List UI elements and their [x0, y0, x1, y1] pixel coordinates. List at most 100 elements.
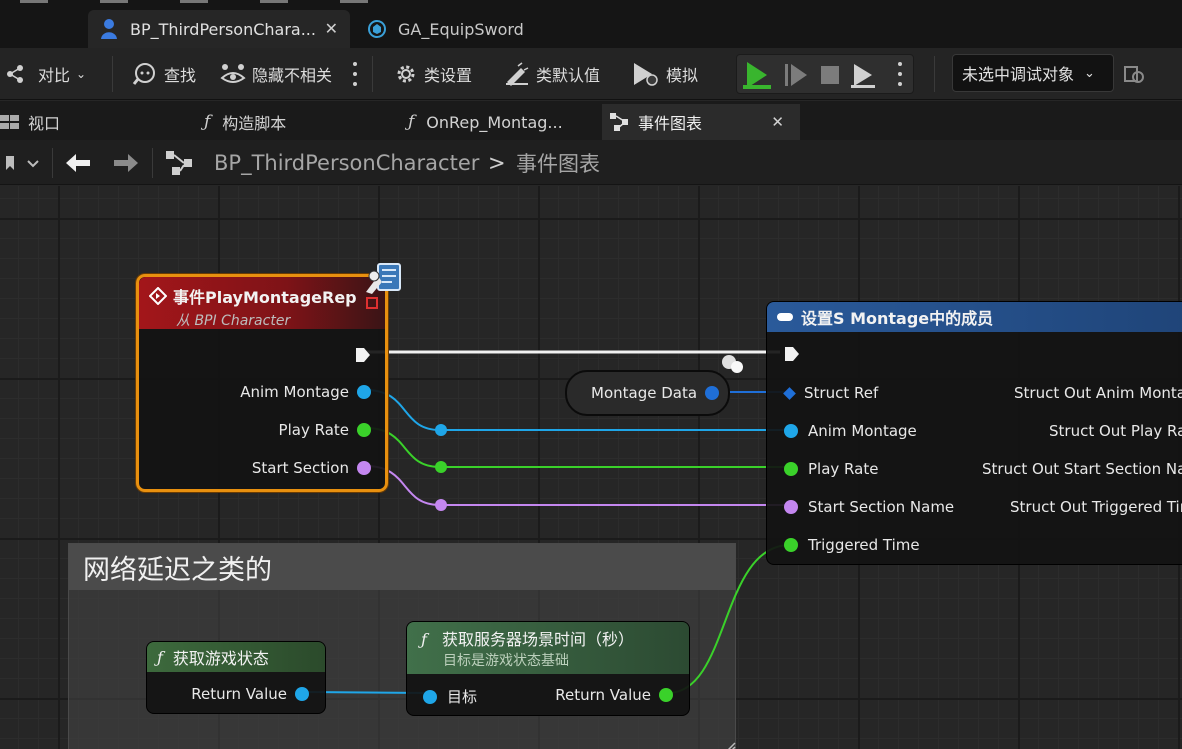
set-node-title: 设置S Montage中的成员: [801, 309, 994, 328]
tab-event-graph[interactable]: 事件图表 ✕: [602, 104, 800, 140]
play-icon[interactable]: [743, 62, 771, 89]
pin-label: Struct Ref: [804, 384, 879, 402]
object-pin-icon: [784, 424, 798, 438]
resize-grip-icon[interactable]: [724, 738, 736, 749]
float-pin-icon: [659, 688, 673, 702]
delegate-pin[interactable]: [366, 297, 378, 309]
pin-target[interactable]: 目标: [423, 686, 477, 707]
tab-ga-equipsword[interactable]: GA_EquipSword: [356, 10, 556, 48]
gear-icon: [394, 62, 418, 86]
pin-label: Anim Montage: [808, 422, 917, 440]
pin-anim-montage[interactable]: Anim Montage: [240, 383, 371, 401]
breadcrumb-event-graph[interactable]: 事件图表: [516, 140, 600, 185]
class-defaults-label: 类默认值: [536, 66, 601, 85]
get-game-state-header: ƒ 获取游戏状态: [147, 642, 325, 672]
float-pin-icon: [784, 462, 798, 476]
comment-title[interactable]: 网络延迟之类的: [69, 544, 735, 590]
tab-label: OnRep_Montag...: [426, 112, 563, 132]
pin-struct-out-start-section-name[interactable]: Struct Out Start Section Name: [982, 460, 1182, 478]
event-icon: [149, 287, 167, 305]
variable-node-montage-data[interactable]: Montage Data: [565, 370, 730, 416]
get-server-world-time-node[interactable]: ƒ 获取服务器场景时间（秒） 目标是游戏状态基础 目标 Return Value: [406, 621, 690, 716]
pin-struct-out-triggered-time[interactable]: Struct Out Triggered Time: [1010, 498, 1182, 516]
tab-label: GA_EquipSword: [398, 19, 524, 39]
hide-unrelated-button[interactable]: 隐藏不相关: [220, 48, 332, 100]
pin-struct-ref[interactable]: Struct Ref: [783, 384, 879, 402]
pin-label: Anim Montage: [240, 383, 349, 401]
class-defaults-button[interactable]: 类默认值: [504, 48, 600, 100]
pin-montage-data[interactable]: Montage Data: [591, 384, 720, 402]
pin-label: 目标: [447, 688, 478, 706]
pin-return-value[interactable]: Return Value: [555, 686, 673, 704]
pin-label: Struct Out Anim Montage: [1014, 384, 1182, 402]
pin-label: Return Value: [191, 685, 287, 703]
breadcrumb: BP_ThirdPersonCharacter > 事件图表: [0, 140, 1182, 185]
diff-button[interactable]: 对比 ⌄: [6, 48, 86, 100]
title-tab-bar: BP_ThirdPersonChara... ✕ GA_EquipSword: [0, 0, 1182, 48]
arrow-left-icon: [66, 153, 90, 172]
stop-icon[interactable]: [821, 66, 839, 84]
pin-struct-out-anim-montage[interactable]: Struct Out Anim Montage: [1014, 384, 1182, 402]
variable-label: Montage Data: [591, 384, 698, 402]
debug-object-select[interactable]: 未选中调试对象 ⌄: [952, 54, 1114, 92]
debug-object-value: 未选中调试对象: [962, 65, 1075, 84]
close-tab-icon[interactable]: ✕: [771, 113, 784, 131]
find-label: 查找: [164, 66, 197, 85]
diff-label: 对比: [38, 66, 71, 85]
pin-play-rate-in[interactable]: Play Rate: [784, 460, 878, 478]
debug-filter-button[interactable]: [1124, 48, 1152, 100]
chevron-down-icon: ⌄: [76, 67, 87, 81]
tab-construction-script[interactable]: ƒ 构造脚本: [204, 104, 286, 140]
pin-label: Struct Out Start Section Name: [982, 460, 1182, 478]
arrow-right-icon: [114, 153, 138, 172]
function-icon: ƒ: [408, 112, 415, 132]
tab-label: 构造脚本: [222, 114, 287, 133]
function-icon: ƒ: [157, 647, 163, 667]
pin-start-section-name-in[interactable]: Start Section Name: [784, 498, 954, 516]
get-server-time-header: ƒ 获取服务器场景时间（秒） 目标是游戏状态基础: [407, 622, 689, 674]
close-tab-icon[interactable]: ✕: [325, 19, 338, 38]
pin-struct-out-play-rate[interactable]: Struct Out Play Rate: [1049, 422, 1182, 440]
bookmark-button[interactable]: [4, 140, 40, 185]
toolbar-overflow-icon[interactable]: [352, 62, 358, 86]
breadcrumb-divider: [152, 148, 153, 178]
tab-label: 视口: [28, 114, 61, 133]
class-settings-button[interactable]: 类设置: [394, 48, 472, 100]
set-members-node[interactable]: 设置S Montage中的成员 Struct Ref Anim Montage …: [766, 301, 1182, 565]
struct-ref-pin-icon: [783, 386, 796, 400]
breadcrumb-blueprint[interactable]: BP_ThirdPersonCharacter: [214, 140, 479, 185]
blueprint-toolbar: 对比 ⌄ 查找 隐藏不相关 类设置 类默认值 模拟 未选中调试对象 ⌄: [0, 48, 1182, 100]
event-graph-icon: [610, 113, 628, 131]
simulate-button[interactable]: 模拟: [632, 48, 698, 100]
eject-icon[interactable]: [851, 64, 875, 88]
step-forward-icon[interactable]: [785, 64, 807, 86]
pin-label: Return Value: [555, 686, 651, 704]
hide-unrelated-icon: [220, 62, 246, 86]
set-node-header: 设置S Montage中的成员: [767, 302, 1182, 332]
tab-onrep-montage[interactable]: ƒ OnRep_Montag...: [408, 104, 563, 140]
back-button[interactable]: [64, 140, 92, 185]
pin-anim-montage-in[interactable]: Anim Montage: [784, 422, 917, 440]
pin-triggered-time-in[interactable]: Triggered Time: [784, 536, 920, 554]
exec-out-pin[interactable]: [355, 347, 371, 367]
tab-bp-thirdpersoncharacter[interactable]: BP_ThirdPersonChara... ✕: [88, 10, 350, 48]
class-settings-label: 类设置: [424, 66, 473, 85]
name-pin-icon: [784, 500, 798, 514]
pin-return-value[interactable]: Return Value: [191, 685, 309, 703]
find-button[interactable]: 查找: [132, 48, 196, 100]
get-game-state-node[interactable]: ƒ 获取游戏状态 Return Value: [146, 641, 326, 714]
pin-start-section[interactable]: Start Section: [252, 459, 371, 477]
event-node-playmontagerep[interactable]: 事件PlayMontageRep 从 BPI Character Anim Mo…: [136, 263, 401, 492]
character-blueprint-icon: [98, 18, 120, 40]
pin-play-rate[interactable]: Play Rate: [279, 421, 371, 439]
tab-viewport[interactable]: 视口: [0, 104, 60, 140]
object-pin-icon: [357, 385, 371, 399]
play-options-icon[interactable]: [897, 62, 903, 86]
float-pin-icon: [357, 423, 371, 437]
set-icon: [777, 313, 793, 321]
pin-label: Play Rate: [808, 460, 879, 478]
exec-in-pin[interactable]: [784, 346, 800, 366]
name-pin-icon: [357, 461, 371, 475]
forward-button[interactable]: [112, 140, 140, 185]
viewport-icon: [0, 114, 20, 130]
